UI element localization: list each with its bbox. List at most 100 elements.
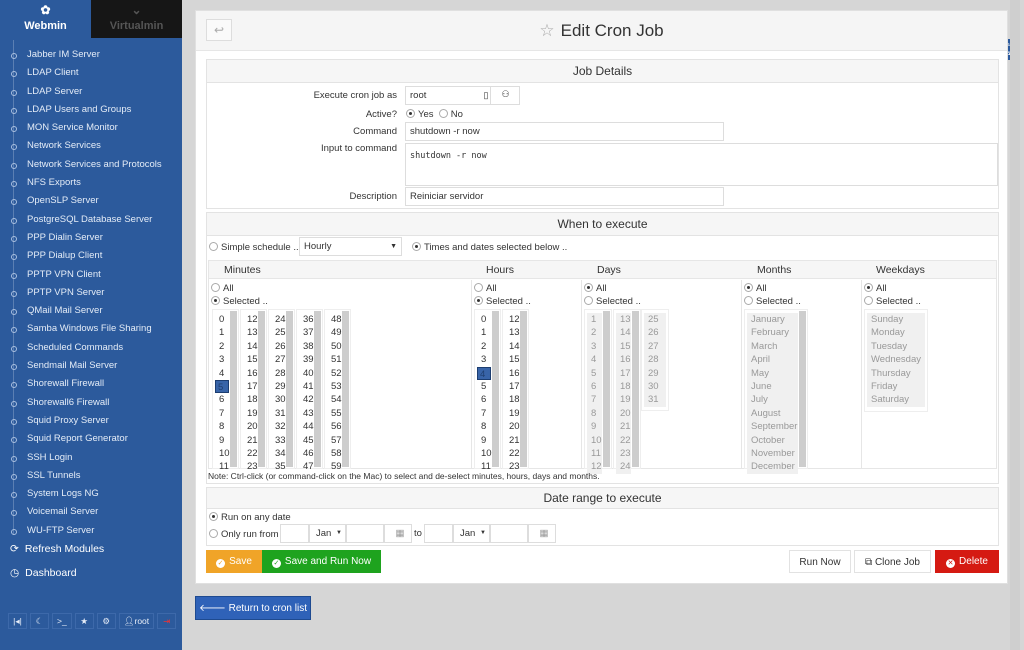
minutes-option[interactable]: 28: [271, 367, 286, 380]
days-option[interactable]: 21: [616, 420, 631, 434]
sidebar-item[interactable]: Squid Proxy Server: [0, 412, 182, 430]
minutes-option[interactable]: 27: [271, 353, 286, 366]
days-option[interactable]: 24: [616, 460, 631, 474]
collapse-icon[interactable]: |◂|: [8, 613, 27, 629]
run-now-button[interactable]: Run Now: [789, 550, 851, 573]
sidebar-item[interactable]: NFS Exports: [0, 174, 182, 192]
delete-button[interactable]: ✕ Delete: [935, 550, 999, 573]
to-day-input[interactable]: [424, 524, 453, 543]
minutes-option[interactable]: 46: [299, 447, 314, 460]
minutes-option[interactable]: 53: [327, 380, 342, 393]
hours-option[interactable]: 7: [477, 407, 491, 420]
days-option[interactable]: 25: [644, 313, 666, 327]
months-option[interactable]: December: [747, 460, 798, 474]
days-list[interactable]: 1 2 3 4 5 6 7 8 9 10 11 12: [584, 309, 612, 474]
hours-option[interactable]: 10: [477, 447, 492, 460]
hours-list[interactable]: 12 13 14 15 16 17 18 19 20 21 22 23: [502, 309, 529, 472]
months-option[interactable]: January: [747, 313, 798, 327]
days-option[interactable]: 23: [616, 446, 631, 461]
sidebar-item[interactable]: Squid Report Generator: [0, 430, 182, 448]
months-list[interactable]: January February March April May June July Augu…: [744, 309, 808, 474]
months-option[interactable]: November: [747, 446, 798, 461]
minutes-option[interactable]: 54: [327, 393, 342, 406]
run-any-date-radio[interactable]: Run on any date: [209, 512, 291, 523]
minutes-option[interactable]: 29: [271, 380, 286, 393]
months-option[interactable]: September: [747, 420, 798, 434]
minutes-option[interactable]: 1: [215, 326, 229, 339]
to-year-input[interactable]: [490, 524, 528, 543]
sidebar-item[interactable]: Network Services: [0, 137, 182, 155]
days-option[interactable]: 13: [616, 313, 631, 327]
sidebar-item[interactable]: SSH Login: [0, 449, 182, 467]
weekdays-option[interactable]: Saturday: [867, 393, 925, 407]
return-to-cron-list-button[interactable]: 🡐 Return to cron list: [195, 596, 311, 620]
months-selected-radio[interactable]: Selected ..: [744, 296, 801, 307]
terminal-icon[interactable]: >_: [52, 613, 72, 629]
sidebar-item[interactable]: Scheduled Commands: [0, 339, 182, 357]
days-option[interactable]: 6: [587, 379, 602, 394]
from-month-select[interactable]: Jan ▼: [309, 524, 346, 543]
star-icon[interactable]: ☆: [539, 21, 554, 40]
weekdays-option[interactable]: Thursday: [867, 366, 925, 380]
minutes-option[interactable]: 21: [243, 434, 258, 447]
sidebar-item[interactable]: Voicemail Server: [0, 503, 182, 521]
minutes-option[interactable]: 37: [299, 326, 314, 339]
weekdays-option[interactable]: Wednesday: [867, 353, 925, 367]
months-option[interactable]: August: [747, 406, 798, 421]
scrollbar[interactable]: [1010, 0, 1020, 650]
days-option[interactable]: 19: [616, 393, 631, 407]
minutes-option[interactable]: 9: [215, 434, 229, 447]
weekdays-option[interactable]: Monday: [867, 326, 925, 340]
hours-option[interactable]: 20: [505, 420, 520, 433]
hours-all-radio[interactable]: All: [474, 283, 497, 294]
hours-list[interactable]: 0 1 2 3 4 5 6 7 8 9 10 11: [474, 309, 501, 472]
hours-option[interactable]: 18: [505, 393, 520, 406]
hours-option[interactable]: 8: [477, 420, 491, 433]
weekdays-selected-radio[interactable]: Selected ..: [864, 296, 921, 307]
from-day-input[interactable]: [280, 524, 309, 543]
minutes-list[interactable]: 24 25 26 27 28 29 30 31 32 33 34 35: [268, 309, 295, 472]
minutes-option[interactable]: 24: [271, 313, 286, 326]
hours-option[interactable]: 17: [505, 380, 520, 393]
minutes-option[interactable]: 19: [243, 407, 258, 420]
command-input[interactable]: shutdown -r now: [405, 122, 724, 141]
refresh-modules-link[interactable]: ⟳ Refresh Modules: [10, 543, 110, 555]
sidebar-item[interactable]: WU-FTP Server: [0, 522, 182, 540]
list-scrollbar[interactable]: [632, 311, 639, 467]
list-scrollbar[interactable]: [286, 311, 293, 467]
minutes-option[interactable]: 12: [243, 313, 258, 326]
days-option[interactable]: 1: [587, 313, 602, 327]
days-option[interactable]: 2: [587, 326, 602, 340]
minutes-option[interactable]: 26: [271, 340, 286, 353]
minutes-option[interactable]: 30: [271, 393, 286, 406]
sidebar-item[interactable]: Jabber IM Server: [0, 46, 182, 64]
sidebar-item[interactable]: Network Services and Protocols: [0, 156, 182, 174]
active-no-radio[interactable]: No: [438, 109, 463, 120]
days-option[interactable]: 8: [587, 406, 602, 421]
list-scrollbar[interactable]: [230, 311, 237, 467]
list-scrollbar[interactable]: [520, 311, 527, 467]
minutes-option[interactable]: 4: [215, 367, 229, 380]
list-scrollbar[interactable]: [603, 311, 610, 467]
sidebar-item[interactable]: Shorewall6 Firewall: [0, 394, 182, 412]
days-option[interactable]: 9: [587, 420, 602, 434]
from-year-input[interactable]: [346, 524, 384, 543]
weekdays-list[interactable]: Sunday Monday Tuesday Wednesday Thursday Frid…: [864, 309, 928, 412]
hours-option[interactable]: 2: [477, 340, 491, 353]
weekdays-all-radio[interactable]: All: [864, 283, 887, 294]
save-and-run-button[interactable]: ✓ Save and Run Now: [262, 550, 381, 573]
input-textarea[interactable]: shutdown -r now: [405, 143, 998, 186]
minutes-option[interactable]: 33: [271, 434, 286, 447]
sidebar-item[interactable]: OpenSLP Server: [0, 192, 182, 210]
calendar-icon[interactable]: ▦: [384, 524, 412, 543]
minutes-option[interactable]: 42: [299, 393, 314, 406]
minutes-option[interactable]: 3: [215, 353, 229, 366]
months-option[interactable]: March: [747, 339, 798, 354]
minutes-option[interactable]: 15: [243, 353, 258, 366]
sidebar-item[interactable]: PPTP VPN Server: [0, 284, 182, 302]
sidebar-item[interactable]: LDAP Users and Groups: [0, 101, 182, 119]
hours-option[interactable]: 6: [477, 393, 491, 406]
days-option[interactable]: 4: [587, 353, 602, 367]
hours-option[interactable]: 19: [505, 407, 520, 420]
execute-as-input[interactable]: root ▯ ⚇: [405, 86, 520, 105]
